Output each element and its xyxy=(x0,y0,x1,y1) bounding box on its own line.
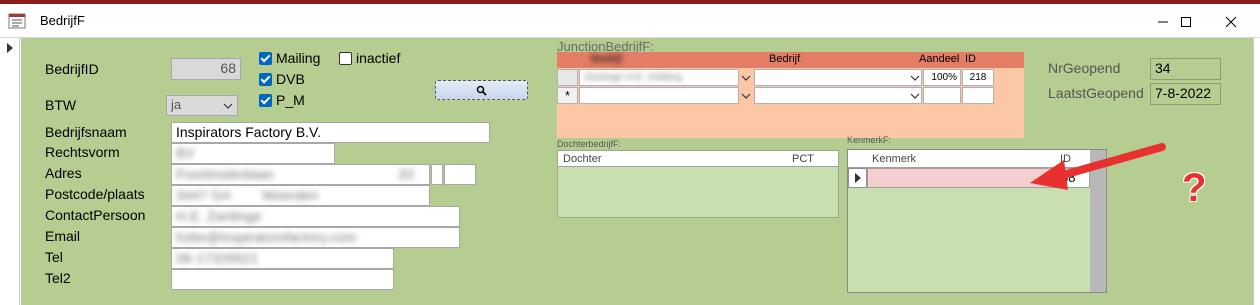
dochter-title: DochterbedrijfF: xyxy=(557,139,622,149)
nrgeopend-field[interactable]: 34 xyxy=(1150,58,1221,80)
dvb-checkbox[interactable] xyxy=(259,73,272,86)
annotation-arrow-icon xyxy=(1030,143,1166,190)
record-selector[interactable] xyxy=(0,38,20,305)
close-icon xyxy=(1225,16,1237,28)
junction-new-col1[interactable] xyxy=(579,87,739,104)
email-value: hzbe@inspiratorsfactory.com xyxy=(176,229,357,245)
adres-suffix-field[interactable] xyxy=(444,164,476,185)
junction-header-col3: Aandeel xyxy=(919,53,960,65)
adres-number: 33 xyxy=(398,166,414,182)
email-field[interactable]: hzbe@inspiratorsfactory.com xyxy=(171,227,460,248)
contactpersoon-field[interactable]: H.E. Zantinge xyxy=(171,206,460,227)
bedrijfsnaam-field[interactable]: Inspirators Factory B.V. xyxy=(171,122,490,143)
junction-header-col1: Bedrijf xyxy=(591,53,623,65)
dvb-label: DVB xyxy=(276,71,305,87)
adres-extra-field[interactable] xyxy=(431,164,443,185)
bedrijfid-field[interactable]: 68 xyxy=(171,58,241,80)
kenmerk-current-row-icon xyxy=(855,173,861,183)
bedrijfid-label: BedrijfID xyxy=(45,61,99,77)
contactpersoon-value: H.E. Zantinge xyxy=(176,208,262,224)
rechtsvorm-field[interactable]: BV xyxy=(171,143,335,164)
postcode-value: 3447 GA xyxy=(176,187,232,203)
rechtsvorm-value: BV xyxy=(176,145,195,161)
btw-value: ja xyxy=(171,97,182,112)
tel-label: Tel xyxy=(45,249,63,265)
search-button[interactable] xyxy=(435,80,528,100)
junction-header-col4: ID xyxy=(965,53,976,65)
window-title: BedrijfF xyxy=(40,13,85,28)
adres-label: Adres xyxy=(45,165,82,181)
laatstgeopend-field[interactable]: 7-8-2022 xyxy=(1150,83,1221,105)
close-button[interactable] xyxy=(1208,8,1254,36)
postcode-field[interactable]: 3447 GA Woerden xyxy=(171,185,430,206)
junction-col2-dropdown-icon[interactable] xyxy=(908,71,922,85)
mailing-label: Mailing xyxy=(276,50,321,66)
junction-col1-dropdown-icon[interactable] xyxy=(739,71,753,85)
junction-header-col2: Bedrijf xyxy=(769,53,801,65)
tel-field[interactable]: 06-17326921 xyxy=(171,248,394,269)
search-icon xyxy=(476,85,487,96)
inactief-checkbox[interactable] xyxy=(339,52,352,65)
btw-dropdown-icon[interactable] xyxy=(221,99,235,113)
title-bar: BedrijfF xyxy=(0,4,1260,38)
tel2-field[interactable] xyxy=(171,269,394,290)
current-record-arrow-icon xyxy=(7,43,13,53)
junction-row-col2[interactable] xyxy=(754,69,922,86)
email-label: Email xyxy=(45,228,81,244)
junction-new-id[interactable] xyxy=(962,87,994,104)
dochter-header-col1: Dochter xyxy=(563,153,602,165)
p-m-label: P_M xyxy=(276,92,305,108)
junction-row-aandeel[interactable]: 100% xyxy=(923,69,961,86)
laatstgeopend-label: LaatstGeopend xyxy=(1048,85,1144,101)
maximize-icon xyxy=(1181,17,1191,27)
inactief-label: inactief xyxy=(356,50,401,66)
rechtsvorm-label: Rechtsvorm xyxy=(45,144,120,160)
new-record-marker: * xyxy=(557,87,578,104)
tel-value: 06-17326921 xyxy=(176,250,259,266)
kenmerk-row-selector[interactable] xyxy=(848,168,867,188)
window-right-edge xyxy=(1253,38,1260,305)
junction-new-col2-dropdown-icon[interactable] xyxy=(908,89,922,103)
dochter-header-col2: PCT xyxy=(792,153,814,165)
tel2-label: Tel2 xyxy=(45,270,71,286)
p-m-checkbox[interactable] xyxy=(259,94,272,107)
kenmerk-header-col1: Kenmerk xyxy=(872,153,917,165)
junction-new-aandeel[interactable] xyxy=(923,87,961,104)
plaats-value: Woerden xyxy=(262,187,319,203)
adres-value: Foortmolenlaan xyxy=(176,166,274,182)
junction-row-col1-value: Zantinge H.E. Holding xyxy=(584,72,682,83)
maximize-button[interactable] xyxy=(1163,8,1209,36)
contactpersoon-label: ContactPersoon xyxy=(45,207,146,223)
bedrijfsnaam-label: Bedrijfsnaam xyxy=(45,124,127,140)
junction-row-selector[interactable] xyxy=(557,69,578,86)
junction-row-id[interactable]: 218 xyxy=(962,69,994,86)
junction-new-col1-dropdown-icon[interactable] xyxy=(739,89,753,103)
question-mark-annotation: ? xyxy=(1182,166,1207,210)
form-icon xyxy=(8,13,26,29)
nrgeopend-label: NrGeopend xyxy=(1048,60,1121,76)
adres-field[interactable]: Foortmolenlaan 33 xyxy=(171,164,430,185)
junction-new-col2[interactable] xyxy=(754,87,922,104)
form-detail-section: BedrijfID BTW Bedrijfsnaam Rechtsvorm Ad… xyxy=(21,38,1253,305)
junction-row-col1[interactable]: Zantinge H.E. Holding xyxy=(579,69,739,86)
kenmerk-title: KenmerkF: xyxy=(847,135,892,145)
btw-label: BTW xyxy=(45,97,77,113)
junction-subform: Bedrijf Bedrijf Aandeel ID Zantinge H.E.… xyxy=(557,52,1024,138)
dochter-subform: Dochter PCT xyxy=(557,150,839,218)
mailing-checkbox[interactable] xyxy=(259,52,272,65)
postcode-label: Postcode/plaats xyxy=(45,186,145,202)
